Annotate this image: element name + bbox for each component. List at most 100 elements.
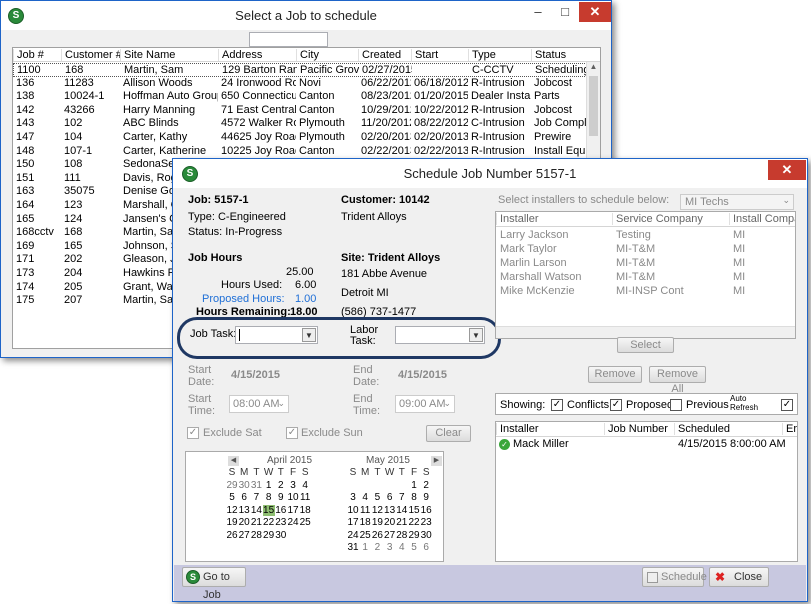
calendar-day[interactable]: 27 [384, 530, 396, 541]
table-cell[interactable]: Canton [299, 104, 358, 116]
calendar-day[interactable]: 20 [384, 517, 396, 528]
calendar-day[interactable]: 6 [420, 542, 432, 553]
calendar-day[interactable]: 11 [299, 492, 311, 503]
column-header[interactable]: Status [531, 49, 591, 61]
weekday-label[interactable]: T [250, 467, 262, 478]
table-cell[interactable]: 02/20/2013 [361, 131, 411, 143]
table-cell[interactable]: 108 [64, 158, 120, 170]
calendar-day[interactable]: 18 [359, 517, 371, 528]
table-cell[interactable]: 205 [64, 281, 120, 293]
table-cell[interactable]: 143 [16, 117, 61, 129]
table-cell[interactable]: Mark Taylor [500, 243, 557, 255]
scroll-up-icon[interactable]: ▲ [587, 62, 600, 76]
calendar-day[interactable]: 16 [275, 505, 287, 516]
column-header[interactable]: Type [468, 49, 531, 61]
table-cell[interactable]: R-Intrusion [471, 145, 531, 157]
column-header[interactable]: Job # [13, 49, 61, 61]
calendar-day[interactable]: 25 [359, 530, 371, 541]
column-header[interactable]: Address [218, 49, 296, 61]
table-cell[interactable]: 168cctv [16, 226, 61, 238]
calendar-day[interactable]: 20 [238, 517, 250, 528]
table-cell[interactable]: 123 [64, 199, 120, 211]
calendar-day[interactable]: 4 [359, 492, 371, 503]
table-cell[interactable]: 4/15/2015 8:00:00 AM [678, 438, 786, 450]
column-header[interactable]: City [296, 49, 358, 61]
calendar-day[interactable]: 5 [226, 492, 238, 503]
close-window-button[interactable]: ✕ [768, 160, 806, 180]
calendar-day[interactable]: 27 [238, 530, 250, 541]
column-header[interactable]: Installer [496, 423, 604, 435]
weekday-label[interactable]: S [299, 467, 311, 478]
table-cell[interactable]: 11283 [64, 77, 120, 89]
calendar-day[interactable]: 3 [384, 542, 396, 553]
calendar-day[interactable]: 21 [396, 517, 408, 528]
calendar-day[interactable]: 2 [371, 542, 383, 553]
maximize-button[interactable]: □ [553, 2, 577, 22]
table-cell[interactable]: 24 Ironwood Road [221, 77, 296, 89]
weekday-label[interactable]: F [408, 467, 420, 478]
calendar-day[interactable]: 13 [384, 505, 396, 516]
weekday-label[interactable]: F [287, 467, 299, 478]
calendar-day[interactable]: 14 [396, 505, 408, 516]
table-cell[interactable]: Testing [616, 229, 651, 241]
column-header[interactable]: Installer [496, 213, 612, 225]
table-row[interactable]: 1100168Martin, Sam129 Barton Ranc...Paci… [13, 63, 589, 77]
column-header[interactable]: Er [782, 423, 797, 435]
column-header[interactable]: Service Company [612, 213, 729, 225]
job-search-input[interactable] [249, 32, 328, 47]
table-cell[interactable]: Scheduling [535, 64, 592, 76]
table-cell[interactable]: MI [733, 257, 745, 269]
table-cell[interactable]: Jobcost [534, 77, 591, 89]
column-header[interactable]: Job Number [604, 423, 674, 435]
column-header[interactable]: Start [411, 49, 468, 61]
table-cell[interactable]: Harry Manning [123, 104, 218, 116]
calendar-day[interactable]: 1 [359, 542, 371, 553]
table-cell[interactable]: Install Equip. [534, 145, 591, 157]
weekday-label[interactable]: M [359, 467, 371, 478]
calendar-day[interactable]: 9 [420, 492, 432, 503]
weekday-label[interactable]: S [420, 467, 432, 478]
chevron-down-icon[interactable]: ⌄ [782, 195, 790, 206]
calendar-day[interactable]: 12 [371, 505, 383, 516]
table-cell[interactable]: 142 [16, 104, 61, 116]
calendar-day[interactable]: 9 [275, 492, 287, 503]
scroll-thumb[interactable] [589, 76, 598, 136]
table-cell[interactable]: 168 [64, 226, 120, 238]
weekday-label[interactable]: S [226, 467, 238, 478]
select-button[interactable]: Select [617, 337, 674, 353]
weekday-label[interactable]: T [396, 467, 408, 478]
table-row[interactable]: 14243266Harry Manning71 East Central...C… [13, 104, 587, 118]
table-row[interactable]: 148 107-1 Carter, Katherine 10225 Joy Road C… [13, 145, 591, 159]
table-cell[interactable]: Allison Woods [123, 77, 218, 89]
table-cell[interactable]: 147 [16, 131, 61, 143]
calendar-day[interactable]: 11 [359, 505, 371, 516]
table-cell[interactable]: 10/29/2012 [361, 104, 411, 116]
calendar-day[interactable]: 26 [371, 530, 383, 541]
table-cell[interactable]: MI-T&M [616, 257, 655, 269]
table-cell[interactable]: Pacific Grove [300, 64, 359, 76]
chevron-down-icon[interactable]: ▼ [302, 328, 316, 342]
calendar-prev-icon[interactable]: ◀ [228, 456, 239, 466]
table-cell[interactable]: 10225 Joy Road [221, 145, 296, 157]
table-cell[interactable]: MI [733, 229, 745, 241]
calendar-day[interactable]: 10 [347, 505, 359, 516]
calendar-day[interactable]: 15 [408, 505, 420, 516]
table-cell[interactable]: Plymouth [299, 131, 358, 143]
table-row[interactable]: ✓ Mack Miller 4/15/2015 8:00:00 AM [496, 438, 797, 452]
table-cell[interactable]: 165 [64, 240, 120, 252]
proposed-checkbox[interactable]: ✓ [610, 399, 622, 411]
table-cell[interactable]: 171 [16, 253, 61, 265]
calendar-day[interactable]: 4 [396, 542, 408, 553]
table-cell[interactable]: Marshall Watson [500, 271, 582, 283]
table-cell[interactable]: ABC Blinds [123, 117, 218, 129]
table-cell[interactable]: 169 [16, 240, 61, 252]
table-cell[interactable]: 1100 [17, 64, 62, 76]
table-cell[interactable]: 10024-1 [64, 90, 120, 102]
exclude-sun-checkbox[interactable]: ✓ [286, 427, 298, 439]
minimize-button[interactable]: – [525, 2, 551, 22]
calendar-day[interactable]: 6 [238, 492, 250, 503]
weekday-label[interactable]: S [347, 467, 359, 478]
chevron-down-icon[interactable]: ⌄ [277, 398, 285, 409]
table-cell[interactable]: 150 [16, 158, 61, 170]
table-cell[interactable]: 165 [16, 213, 61, 225]
